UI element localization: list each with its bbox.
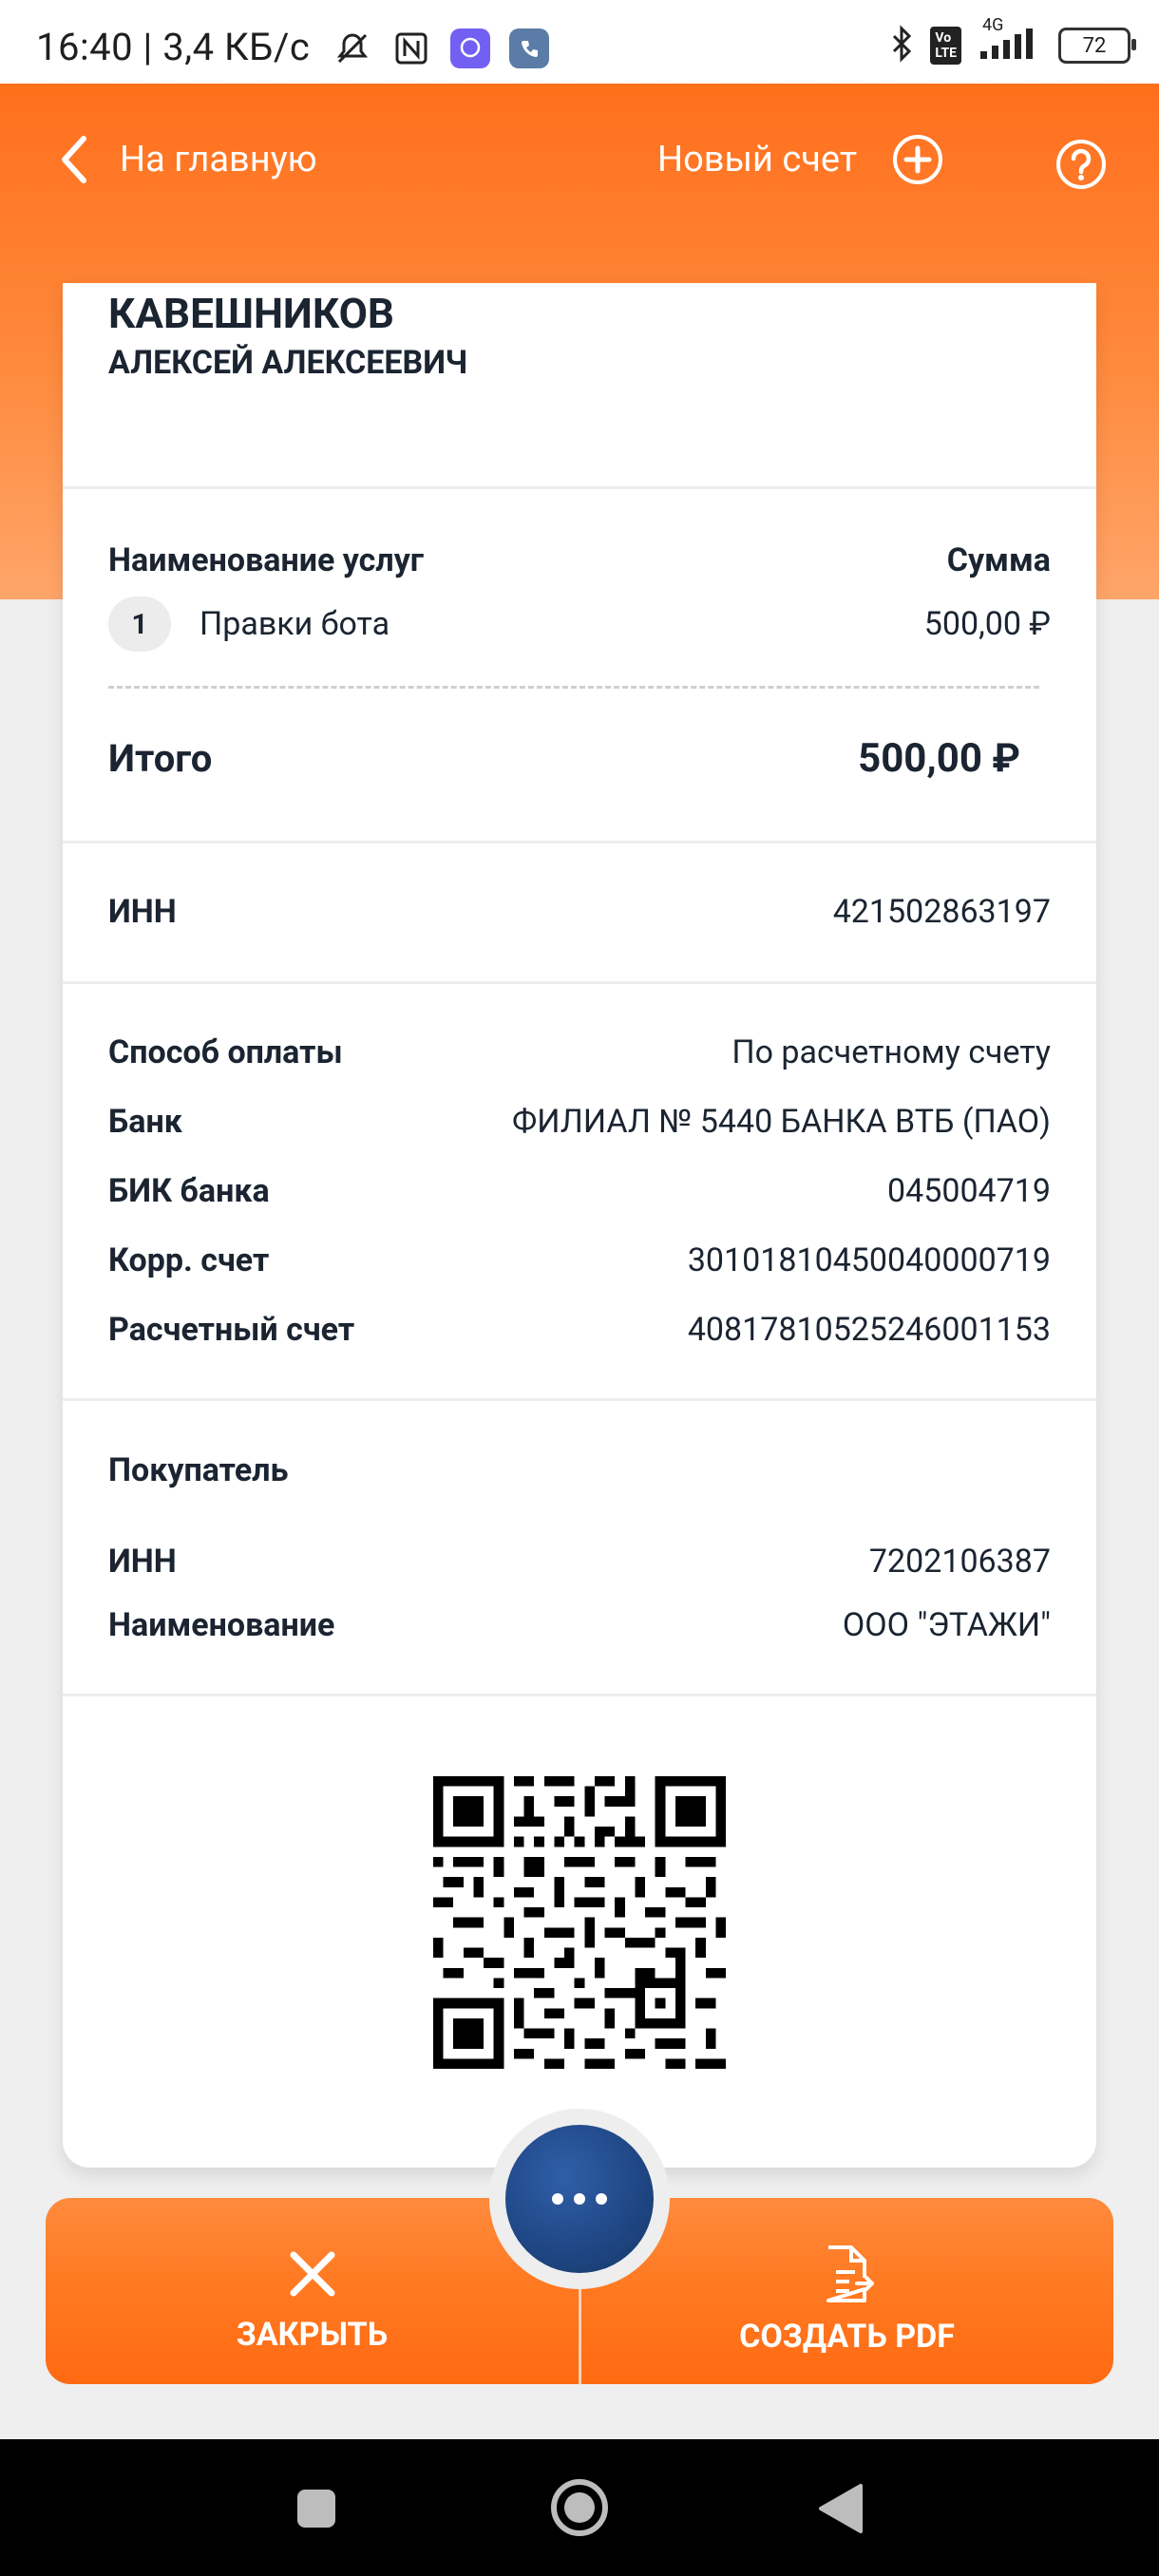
buyer-name-row: Наименование ООО "ЭТАЖИ" — [108, 1606, 1051, 1644]
service-name: Правки бота — [200, 605, 390, 643]
buyer-name-label: Наименование — [108, 1606, 335, 1644]
top-nav: На главную Новый счет — [0, 84, 1159, 236]
dashed-separator — [108, 686, 1039, 689]
new-invoice-label: Новый счет — [657, 139, 858, 180]
divider — [63, 1398, 1096, 1401]
total-label: Итого — [108, 736, 213, 781]
service-item-left: 1 Правки бота — [108, 597, 390, 652]
battery-level: 72 — [1082, 33, 1107, 58]
chevron-left-icon — [62, 136, 86, 183]
network-type: 4G — [982, 15, 1004, 35]
buyer-inn-value: 7202106387 — [868, 1543, 1051, 1581]
buyer-inn-row: ИНН 7202106387 — [108, 1543, 1051, 1581]
divider — [63, 981, 1096, 984]
create-pdf-label: СОЗДАТЬ PDF — [739, 2318, 955, 2356]
services-name-header: Наименование услуг — [108, 541, 425, 579]
corr-account-label: Корр. счет — [108, 1241, 270, 1279]
volte-icon: Vo LTE — [930, 27, 961, 65]
buyer-title: Покупатель — [108, 1451, 289, 1489]
total-value: 500,00 ₽ — [858, 735, 1020, 782]
status-time: 16:40 | 3,4 КБ/с — [36, 25, 311, 69]
phone-app-icon — [509, 28, 549, 68]
divider — [63, 841, 1096, 843]
settlement-account-value: 40817810525246001153 — [687, 1311, 1051, 1349]
payment-qr-code — [433, 1776, 726, 2069]
services-sum-header: Сумма — [946, 541, 1051, 579]
settlement-account-row: Расчетный счет 40817810525246001153 — [108, 1311, 1051, 1349]
bank-label: Банк — [108, 1103, 182, 1141]
status-bar: 16:40 | 3,4 КБ/с Vo LTE 4G 72 — [0, 0, 1159, 84]
system-nav-bar — [0, 2439, 1159, 2576]
close-icon — [290, 2251, 334, 2297]
document-export-icon — [826, 2245, 874, 2302]
service-number-badge: 1 — [108, 597, 171, 652]
total-row: Итого 500,00 ₽ — [108, 735, 1020, 782]
corr-account-value: 30101810450040000719 — [687, 1241, 1051, 1279]
bik-row: БИК банка 045004719 — [108, 1172, 1051, 1210]
status-right: Vo LTE 4G 72 — [888, 15, 1136, 66]
back-nav-icon[interactable] — [817, 2482, 864, 2535]
bank-row: Банк ФИЛИАЛ № 5440 БАНКА ВТБ (ПАО) — [108, 1103, 1051, 1141]
payment-method-value: По расчетному счету — [732, 1033, 1051, 1071]
new-invoice-button[interactable]: Новый счет — [657, 133, 944, 186]
mute-icon — [332, 28, 372, 68]
bik-value: 045004719 — [887, 1172, 1051, 1210]
viber-icon — [450, 28, 490, 68]
home-icon[interactable] — [549, 2477, 610, 2538]
invoice-card: КАВЕШНИКОВ АЛЕКСЕЙ АЛЕКСЕЕВИЧ Наименован… — [63, 283, 1096, 2168]
bluetooth-icon — [888, 25, 915, 66]
help-button[interactable] — [1054, 138, 1108, 195]
service-item: 1 Правки бота 500,00 ₽ — [108, 597, 1051, 652]
signal-icon: 4G — [977, 15, 1043, 66]
settlement-account-label: Расчетный счет — [108, 1311, 355, 1349]
buyer-name-value: ООО "ЭТАЖИ" — [842, 1606, 1051, 1644]
divider — [63, 1694, 1096, 1696]
back-label: На главную — [120, 139, 317, 180]
nfc-icon — [391, 28, 431, 68]
close-label: ЗАКРЫТЬ — [236, 2316, 389, 2354]
notification-icons — [332, 28, 549, 68]
recents-icon[interactable] — [294, 2487, 338, 2530]
services-header: Наименование услуг Сумма — [108, 541, 1051, 579]
more-dots-icon — [552, 2193, 607, 2205]
payment-method-label: Способ оплаты — [108, 1033, 343, 1071]
back-button[interactable]: На главную — [57, 133, 317, 186]
buyer-title-row: Покупатель — [108, 1451, 1051, 1489]
seller-inn-label: ИНН — [108, 893, 177, 931]
payment-method-row: Способ оплаты По расчетному счету — [108, 1033, 1051, 1071]
service-amount: 500,00 ₽ — [923, 605, 1051, 643]
battery-icon: 72 — [1058, 28, 1136, 64]
divider — [63, 486, 1096, 489]
seller-last-name: КАВЕШНИКОВ — [108, 289, 394, 338]
plus-circle-icon — [893, 135, 943, 184]
bik-label: БИК банка — [108, 1172, 270, 1210]
seller-first-names: АЛЕКСЕЙ АЛЕКСЕЕВИЧ — [108, 344, 468, 382]
buyer-inn-label: ИНН — [108, 1543, 177, 1581]
seller-inn-row: ИНН 421502863197 — [108, 893, 1051, 931]
help-icon — [1056, 140, 1106, 189]
bank-value: ФИЛИАЛ № 5440 БАНКА ВТБ (ПАО) — [512, 1103, 1051, 1141]
more-options-button[interactable] — [505, 2125, 654, 2273]
seller-inn-value: 421502863197 — [832, 893, 1051, 931]
corr-account-row: Корр. счет 30101810450040000719 — [108, 1241, 1051, 1279]
